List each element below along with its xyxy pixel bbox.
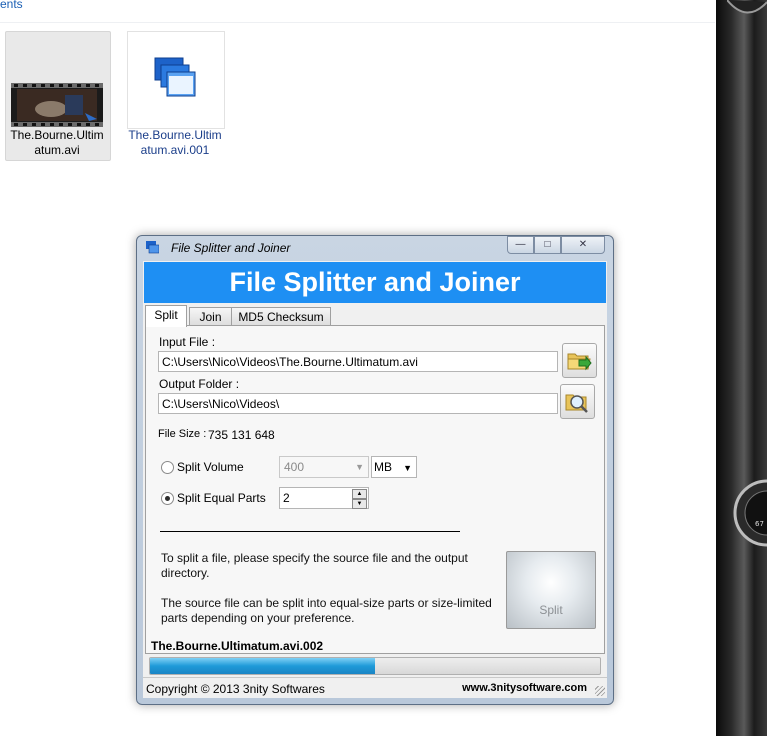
folder-search-icon (565, 394, 588, 413)
split-button-label: Split (539, 603, 563, 617)
split-unit-select[interactable]: MB ▼ (371, 456, 417, 478)
file-size-label: File Size : (158, 428, 207, 440)
window-client: File Splitter and Joiner Split Join MD5 … (143, 261, 607, 698)
desktop-background-strip (716, 0, 767, 736)
explorer-divider (0, 22, 715, 23)
split-volume-label: Split Volume (177, 460, 244, 474)
split-volume-input[interactable]: 400 ▼ (279, 456, 369, 478)
progress-bar (149, 657, 601, 675)
input-file-field[interactable]: C:\Users\Nico\Videos\The.Bourne.Ultimatu… (158, 351, 558, 372)
progress-fill (150, 658, 375, 674)
maximize-button[interactable]: □ (534, 236, 561, 254)
info-text-2: The source file can be split into equal-… (161, 596, 492, 625)
output-folder-field[interactable]: C:\Users\Nico\Videos\ (158, 393, 558, 414)
split-parts-value: 2 (283, 491, 290, 505)
split-panel: Input File : C:\Users\Nico\Videos\The.Bo… (145, 325, 605, 654)
clock-gadget-icon (727, 0, 767, 14)
info-text-1: To split a file, please specify the sour… (161, 551, 468, 580)
current-file-label: The.Bourne.Ultimatum.avi.002 (151, 639, 324, 653)
window-title: File Splitter and Joiner (171, 241, 291, 255)
split-volume-value: 400 (284, 460, 305, 474)
tab-md5-checksum[interactable]: MD5 Checksum (231, 307, 331, 326)
breadcrumb[interactable]: ents (0, 0, 23, 11)
minimize-button[interactable]: — (507, 236, 534, 254)
folder-open-icon (567, 353, 592, 371)
chevron-down-icon: ▼ (355, 462, 364, 472)
file-size-value: 735 131 648 (208, 428, 275, 442)
website-link[interactable]: www.3nitysoftware.com (462, 682, 587, 694)
tab-split[interactable]: Split (145, 305, 187, 327)
browse-input-button[interactable] (562, 343, 597, 378)
copyright-text: Copyright © 2013 3nity Softwares (146, 682, 325, 696)
video-thumbnail-icon (11, 83, 103, 127)
split-unit-value: MB (374, 460, 392, 474)
split-button[interactable]: Split (506, 551, 596, 629)
split-equal-label: Split Equal Parts (177, 491, 266, 505)
split-parts-stepper[interactable]: 2 ▲ ▼ (279, 487, 369, 509)
chevron-down-icon: ▼ (403, 463, 412, 473)
split-equal-radio[interactable] (161, 492, 174, 505)
gauge-gadget-icon: 67 (733, 479, 767, 547)
spin-down-icon[interactable]: ▼ (352, 499, 367, 509)
resize-grip-icon[interactable] (595, 686, 605, 696)
spin-up-icon[interactable]: ▲ (352, 489, 367, 499)
file-item-001[interactable] (127, 31, 225, 129)
svg-text:67: 67 (755, 520, 764, 528)
file-name-001: The.Bourne.Ultim atum.avi.001 (128, 128, 222, 157)
close-button[interactable]: ✕ (561, 236, 605, 254)
separator-line (160, 531, 460, 532)
app-banner: File Splitter and Joiner (144, 262, 606, 303)
title-bar[interactable]: File Splitter and Joiner — □ ✕ (137, 236, 613, 260)
tab-join[interactable]: Join (189, 307, 232, 326)
file-name-avi: The.Bourne.Ultim atum.avi (10, 128, 104, 157)
input-file-label: Input File : (159, 335, 216, 349)
split-file-stack-icon (154, 57, 196, 97)
output-folder-label: Output Folder : (159, 377, 240, 391)
status-bar: Copyright © 2013 3nity Softwares www.3ni… (143, 677, 607, 698)
app-window: File Splitter and Joiner — □ ✕ File Spli… (136, 235, 614, 705)
browse-output-button[interactable] (560, 384, 595, 419)
split-volume-radio[interactable] (161, 461, 174, 474)
app-title-icon (146, 241, 159, 254)
